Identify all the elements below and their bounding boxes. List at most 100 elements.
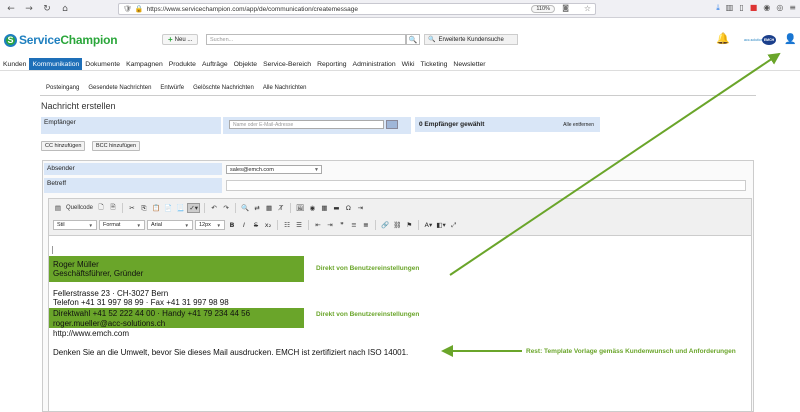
print-icon[interactable]: 🗎: [108, 203, 118, 213]
address-bar[interactable]: 🛡 🔒 https://www.servicechampion.com/app/…: [118, 3, 596, 15]
subtab-0[interactable]: Posteingang: [46, 85, 79, 91]
addon-icon[interactable]: ◉: [763, 3, 770, 13]
star-icon[interactable]: ☆: [584, 4, 591, 13]
menu-item-dokumente[interactable]: Dokumente: [82, 58, 123, 70]
subtab-4[interactable]: Alle Nachrichten: [263, 85, 307, 91]
source-button[interactable]: Quellcode: [65, 203, 94, 213]
omega-icon[interactable]: Ω: [343, 203, 353, 213]
chevron-down-icon: ▼: [184, 222, 189, 228]
anchor-icon[interactable]: ⚑: [404, 220, 414, 230]
back-icon[interactable]: ←: [4, 2, 18, 16]
table-icon[interactable]: ▦: [319, 203, 329, 213]
maximize-icon[interactable]: ⤢: [449, 220, 459, 230]
subject-label: Betreff: [44, 178, 222, 193]
subscript-icon[interactable]: x₂: [263, 220, 273, 230]
italic-icon[interactable]: I: [239, 220, 249, 230]
paste-word-icon[interactable]: 📃: [175, 203, 185, 213]
zoom-badge[interactable]: 110%: [531, 5, 555, 13]
browser-actions: ⤓ ▥ ▯ ■ ◉ ◎ ≡: [716, 3, 796, 13]
menu-item-auftr-ge[interactable]: Aufträge: [199, 58, 231, 70]
bold-icon[interactable]: B: [227, 220, 237, 230]
forward-icon[interactable]: →: [22, 2, 36, 16]
font-dropdown[interactable]: Arial ▼: [147, 220, 193, 230]
chevron-down-icon: ▼: [314, 166, 319, 173]
extension-icon[interactable]: ■: [750, 3, 758, 13]
cc-button[interactable]: CC hinzufügen: [41, 141, 86, 151]
sender-select[interactable]: sales@emch.com ▼: [226, 165, 322, 174]
menu-icon[interactable]: ≡: [789, 3, 796, 13]
image-icon[interactable]: 🖼: [295, 203, 305, 213]
source-icon[interactable]: ▤: [53, 203, 63, 213]
select-all-icon[interactable]: ▦: [264, 203, 274, 213]
annotation-1: Direkt von Benutzereinstellungen: [316, 265, 420, 272]
account-icon[interactable]: ◎: [776, 3, 783, 13]
reload-icon[interactable]: ↻: [40, 2, 54, 16]
sender-value: sales@emch.com: [230, 166, 274, 173]
recipient-add-button[interactable]: [386, 120, 398, 129]
search-input[interactable]: Suchen...: [206, 34, 406, 45]
paste-icon[interactable]: 📋: [151, 203, 161, 213]
download-icon[interactable]: ⤓: [716, 3, 720, 13]
text-color-icon[interactable]: A▾: [423, 220, 433, 230]
subtab-2[interactable]: Entwürfe: [160, 85, 184, 91]
menu-item-produkte[interactable]: Produkte: [166, 58, 199, 70]
menu-item-newsletter[interactable]: Newsletter: [450, 58, 488, 70]
numbered-list-icon[interactable]: ☷: [282, 220, 292, 230]
remove-all-link[interactable]: Alle entfernen: [563, 122, 594, 128]
size-dropdown[interactable]: 12px ▼: [195, 220, 225, 230]
menu-item-administration[interactable]: Administration: [350, 58, 399, 70]
bell-icon[interactable]: 🔔: [716, 32, 730, 45]
recipient-input[interactable]: Name oder E-Mail-Adresse: [229, 120, 384, 129]
logo[interactable]: S ServiceChampion: [4, 33, 118, 47]
paste-text-icon[interactable]: 📄: [163, 203, 173, 213]
hline-icon[interactable]: ▬: [331, 203, 341, 213]
subtab-1[interactable]: Gesendete Nachrichten: [88, 85, 151, 91]
search-icon[interactable]: 🔍: [406, 34, 420, 45]
home-icon[interactable]: ⌂: [58, 2, 72, 16]
indent-icon[interactable]: ⇥: [325, 220, 335, 230]
signature-web: http://www.emch.com: [53, 329, 130, 338]
new-button[interactable]: + Neu ...: [162, 34, 199, 45]
unlink-icon[interactable]: ⛓: [392, 220, 402, 230]
subject-input[interactable]: [226, 180, 746, 191]
style-dropdown[interactable]: Stil ▼: [53, 220, 97, 230]
copy-icon[interactable]: ⎘: [139, 203, 149, 213]
outdent-icon[interactable]: ⇤: [313, 220, 323, 230]
remove-format-icon[interactable]: T̸: [276, 203, 286, 213]
menu-item-kampagnen[interactable]: Kampagnen: [123, 58, 166, 70]
menu-item-service-bereich[interactable]: Service-Bereich: [260, 58, 314, 70]
menu-item-ticketing[interactable]: Ticketing: [417, 58, 450, 70]
sidebar-icon[interactable]: ▯: [739, 3, 743, 13]
strike-icon[interactable]: S: [251, 220, 261, 230]
cut-icon[interactable]: ✂: [127, 203, 137, 213]
library-icon[interactable]: ▥: [726, 3, 734, 13]
align-left-icon[interactable]: ≡: [349, 220, 359, 230]
signature-direct: Direktwahl +41 52 222 44 00 · Handy +41 …: [53, 309, 251, 318]
flash-icon[interactable]: ◉: [307, 203, 317, 213]
extended-search-button[interactable]: 🔍 Erweiterte Kundensuche: [424, 34, 518, 45]
pocket-icon[interactable]: ◙: [562, 4, 569, 12]
redo-icon[interactable]: ↷: [221, 203, 231, 213]
subtab-3[interactable]: Gelöschte Nachrichten: [193, 85, 254, 91]
menu-item-wiki[interactable]: Wiki: [399, 58, 418, 70]
undo-icon[interactable]: ↶: [209, 203, 219, 213]
replace-icon[interactable]: ⇄: [252, 203, 262, 213]
signature-email: roger.mueller@acc-solutions.ch: [53, 319, 166, 328]
find-icon[interactable]: 🔍: [240, 203, 250, 213]
user-icon[interactable]: 👤: [784, 34, 796, 45]
menu-item-kunden[interactable]: Kunden: [0, 58, 29, 70]
menu-item-reporting[interactable]: Reporting: [314, 58, 349, 70]
pagebreak-icon[interactable]: ⇥: [355, 203, 365, 213]
menu-item-kommunikation[interactable]: Kommunikation: [29, 58, 83, 70]
bullet-list-icon[interactable]: ☰: [294, 220, 304, 230]
link-icon[interactable]: 🔗: [380, 220, 390, 230]
preview-icon[interactable]: 🗋: [96, 203, 106, 213]
format-dropdown[interactable]: Format ▼: [99, 220, 145, 230]
chevron-down-icon: ▼: [136, 222, 141, 228]
spellcheck-icon[interactable]: ✓▾: [187, 203, 201, 213]
align-center-icon[interactable]: ≣: [361, 220, 371, 230]
blockquote-icon[interactable]: ❞: [337, 220, 347, 230]
bcc-button[interactable]: BCC hinzufügen: [92, 141, 141, 151]
menu-item-objekte[interactable]: Objekte: [231, 58, 260, 70]
bg-color-icon[interactable]: ◧▾: [435, 220, 446, 230]
